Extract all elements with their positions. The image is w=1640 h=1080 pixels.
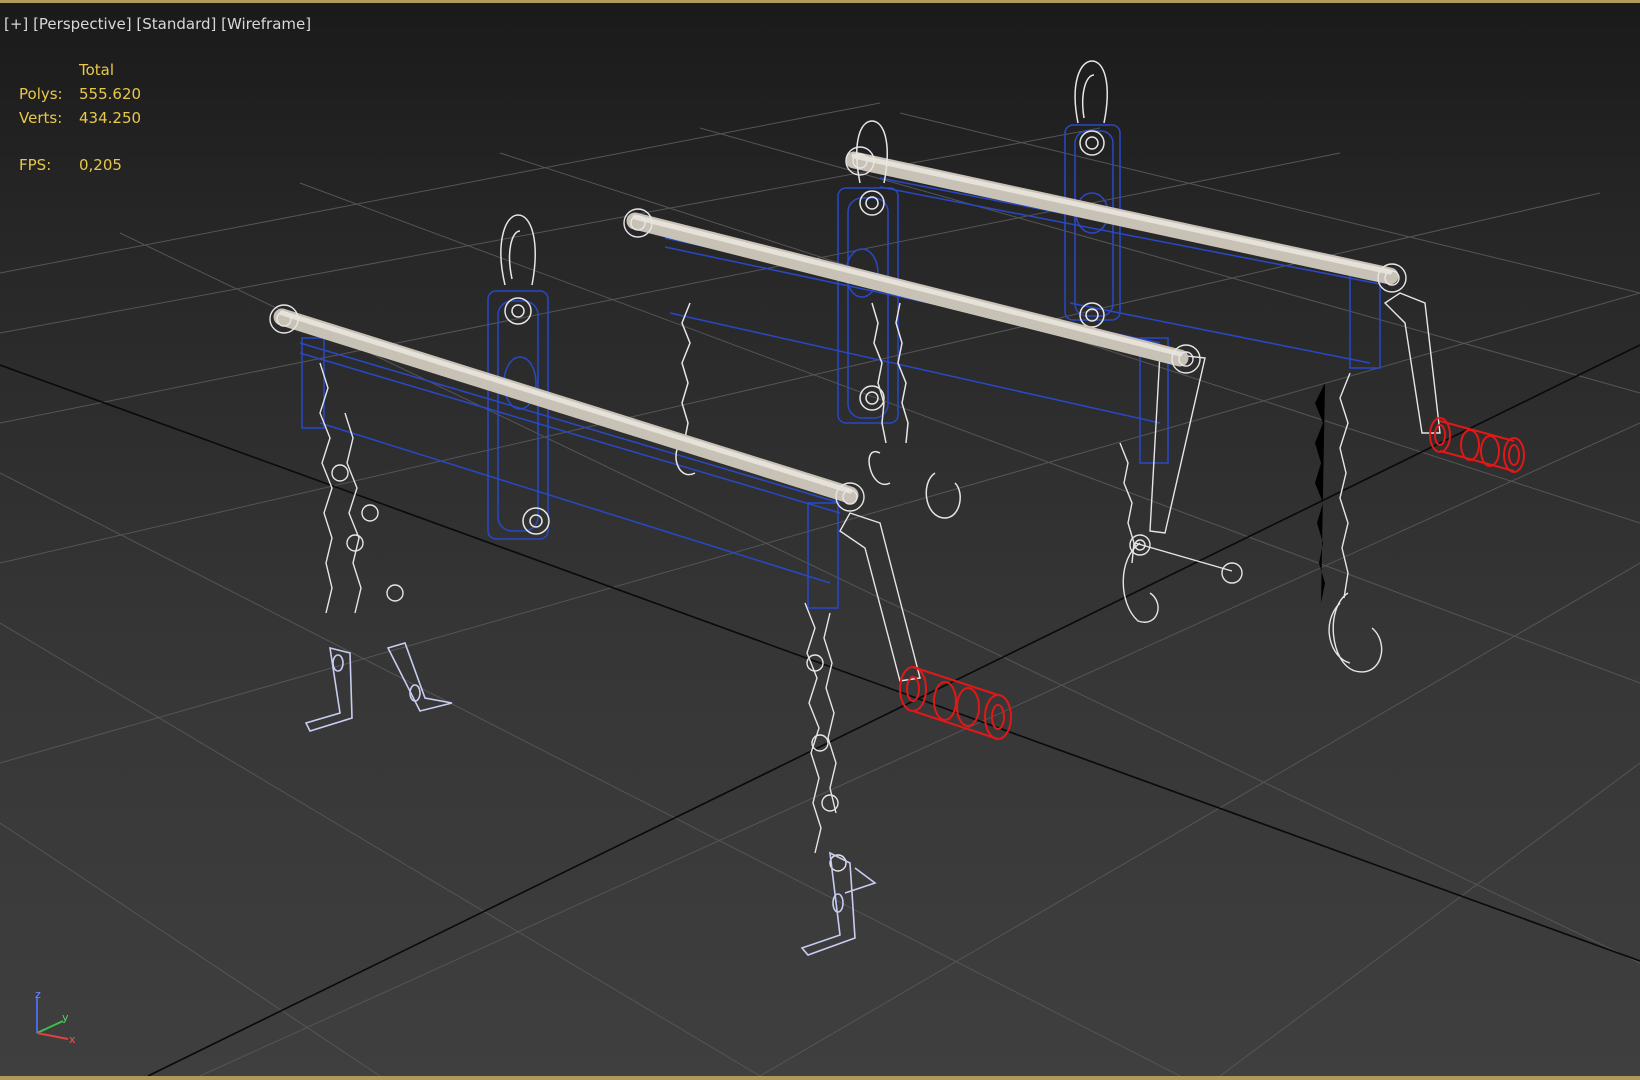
axis-x-label: x <box>69 1033 76 1046</box>
viewport-general-menu[interactable]: [+] <box>4 15 28 33</box>
chain-clamp-left[interactable] <box>319 362 404 614</box>
viewport-scene[interactable]: z y x <box>0 3 1640 1076</box>
clamp-brackets-left[interactable] <box>304 642 453 732</box>
viewport-shading-wireframe-menu[interactable]: [Wireframe] <box>221 15 311 33</box>
construction-grid <box>0 102 1640 1076</box>
polys-label: Polys: <box>19 85 63 103</box>
fps-label: FPS: <box>19 156 52 174</box>
axis-z-label: z <box>35 988 41 1001</box>
trolley-middle-right[interactable] <box>664 120 1243 623</box>
clamp-bracket-front[interactable] <box>800 851 877 956</box>
fps-value: 0,205 <box>79 156 122 174</box>
viewport-point-of-view-menu[interactable]: [Perspective] <box>33 15 132 33</box>
verts-value: 434.250 <box>79 109 142 127</box>
perspective-viewport[interactable]: z y x [+] [Perspective] [Standard] [Wire… <box>0 0 1640 1080</box>
beam-back[interactable] <box>845 146 1407 293</box>
trolley-drive-front[interactable] <box>839 512 1012 740</box>
viewport-label-menu: [+] [Perspective] [Standard] [Wireframe] <box>4 15 311 33</box>
axis-y-label: y <box>62 1011 69 1024</box>
viewport-shading-standard-menu[interactable]: [Standard] <box>136 15 216 33</box>
trolley-drive-back[interactable] <box>1315 292 1525 673</box>
grid-main-axes <box>0 344 1640 1076</box>
stats-total-header: Total <box>79 61 115 79</box>
polys-value: 555.620 <box>79 85 142 103</box>
axis-tripod: z y x <box>35 988 76 1046</box>
verts-label: Verts: <box>19 109 63 127</box>
